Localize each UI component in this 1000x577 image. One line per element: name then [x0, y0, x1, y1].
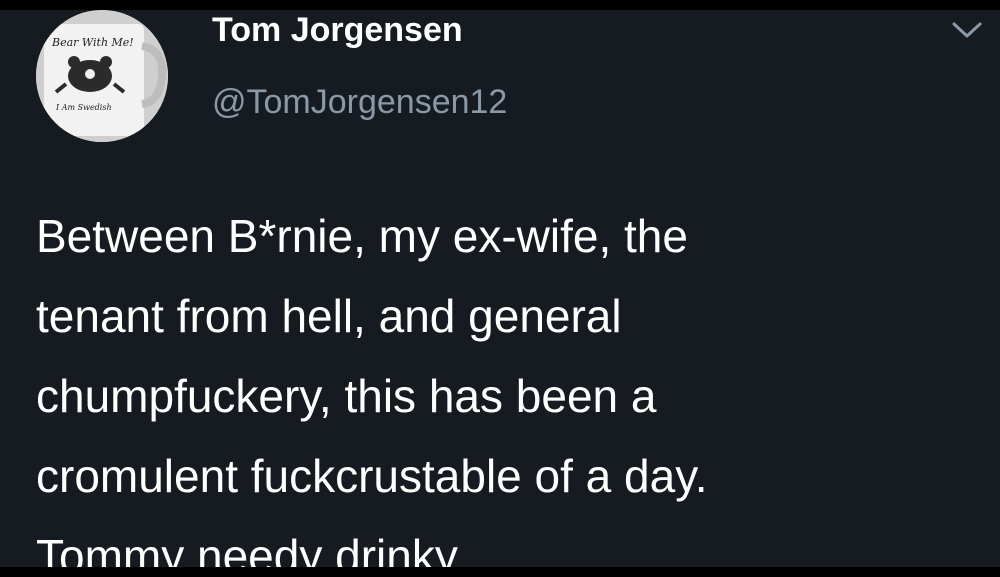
- author-name[interactable]: Tom Jorgensen: [212, 10, 463, 50]
- tweet-card: Bear With Me! I Am Swedish Tom Jorgensen…: [0, 10, 1000, 567]
- chevron-down-icon[interactable]: [950, 16, 984, 44]
- mug-text-top: Bear With Me!: [51, 36, 134, 49]
- author-handle[interactable]: @TomJorgensen12: [212, 82, 507, 122]
- avatar-mug-image: Bear With Me! I Am Swedish: [36, 10, 168, 142]
- tweet-text: Between B*rnie, my ex-wife, the tenant f…: [36, 210, 708, 567]
- avatar[interactable]: Bear With Me! I Am Swedish: [36, 10, 168, 142]
- mug-text-bottom: I Am Swedish: [55, 103, 112, 112]
